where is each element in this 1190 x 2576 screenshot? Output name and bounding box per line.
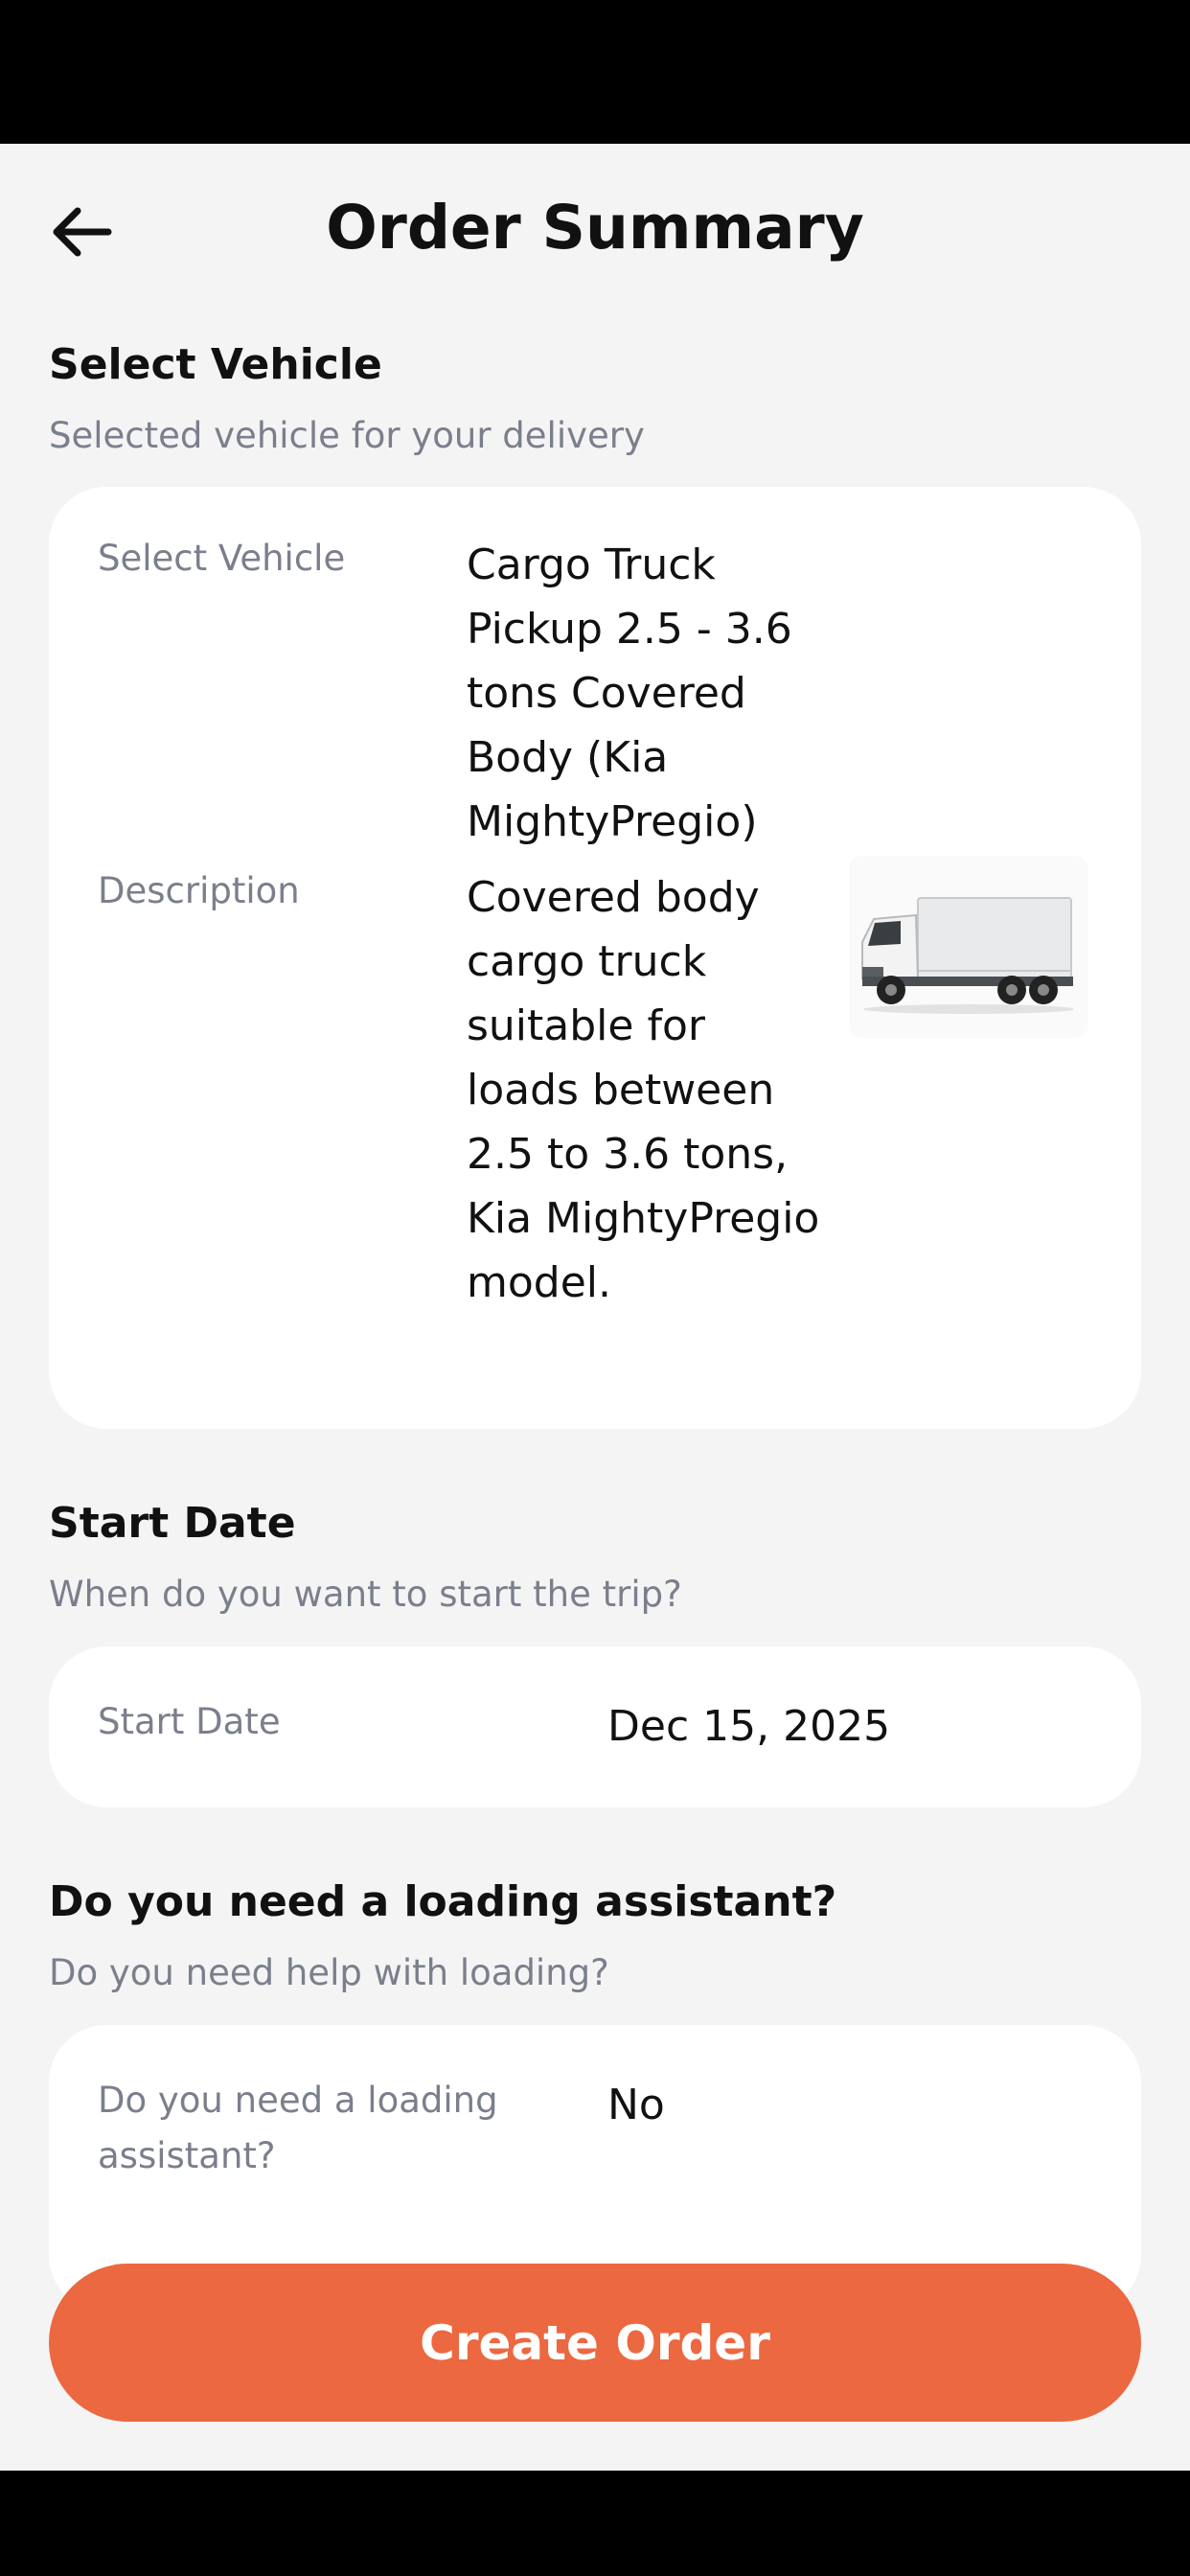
start-date-label: Start Date	[98, 1701, 281, 1742]
vehicle-section-subtitle: Selected vehicle for your delivery	[49, 415, 645, 456]
start-date-card: Start Date Dec 15, 2025	[49, 1646, 1141, 1807]
vehicle-label: Select Vehicle	[98, 538, 346, 579]
order-summary-screen: Order Summary Select Vehicle Selected ve…	[0, 144, 1190, 2471]
start-date-section-subtitle: When do you want to start the trip?	[49, 1574, 682, 1615]
page-title: Order Summary	[326, 193, 864, 263]
vehicle-card: Select Vehicle Cargo Truck Pickup 2.5 - …	[49, 487, 1141, 1429]
vehicle-section-title: Select Vehicle	[49, 340, 382, 389]
status-bar	[0, 0, 1190, 144]
vehicle-value: Cargo Truck Pickup 2.5 - 3.6 tons Covere…	[467, 540, 792, 846]
navigation-bar	[0, 2471, 1190, 2576]
summary-scroll-area[interactable]: Select Vehicle Selected vehicle for your…	[0, 311, 1190, 2358]
create-order-button[interactable]: Create Order	[49, 2264, 1141, 2422]
loading-section-subtitle: Do you need help with loading?	[49, 1952, 609, 1993]
start-date-value: Dec 15, 2025	[607, 1702, 891, 1751]
header: Order Summary	[0, 144, 1190, 311]
description-label: Description	[98, 870, 300, 911]
loading-assistant-value: No	[607, 2081, 665, 2129]
description-value: Covered body cargo truck suitable for lo…	[467, 873, 820, 1307]
loading-section-title: Do you need a loading assistant?	[49, 1877, 837, 1926]
truck-icon	[849, 856, 1088, 1038]
start-date-section-title: Start Date	[49, 1499, 296, 1548]
loading-assistant-label: Do you need a loading assistant?	[98, 2080, 498, 2176]
